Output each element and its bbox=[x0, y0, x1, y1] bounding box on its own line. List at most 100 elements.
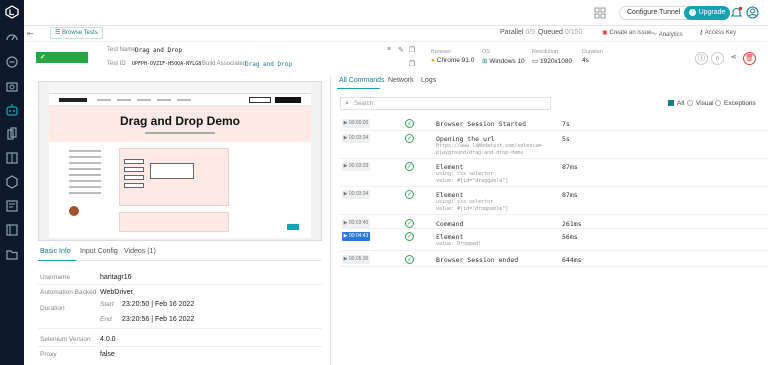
app-testing-icon[interactable] bbox=[5, 127, 19, 141]
test-id-value: UPFPH-OVZIF-H5OOA-NYLG8 bbox=[132, 61, 202, 67]
info-icon[interactable]: ⓘ bbox=[695, 52, 708, 65]
filter-exceptions-label: Exceptions bbox=[724, 100, 756, 107]
proxy-value: false bbox=[100, 351, 115, 358]
lambdatest-logo-icon[interactable] bbox=[5, 5, 19, 19]
integrations-icon[interactable] bbox=[5, 175, 19, 189]
reports-icon[interactable] bbox=[5, 223, 19, 237]
radio-icon bbox=[687, 100, 693, 107]
realtime-icon[interactable] bbox=[5, 55, 19, 69]
success-check-icon: ✓ bbox=[405, 134, 414, 143]
automation-value: WebDriver bbox=[100, 289, 133, 296]
create-issue-button[interactable]: ▣ Create an issue bbox=[602, 29, 651, 36]
preview-body bbox=[49, 142, 311, 238]
analytics-label: Analytics bbox=[658, 32, 683, 38]
left-nav-rail bbox=[0, 0, 24, 365]
tab-videos[interactable]: Videos (1) bbox=[124, 248, 156, 255]
edit-icon[interactable]: ✎ bbox=[398, 46, 404, 54]
left-panel: Drag and Drop Demo Basic Info Input Conf… bbox=[24, 75, 324, 365]
end-label: End bbox=[100, 316, 112, 323]
command-row[interactable]: ▶ 00:03:40 ✓ Command 261ms bbox=[340, 215, 768, 229]
timestamp-play-button[interactable]: ▶ 00:00:00 bbox=[342, 119, 370, 128]
browse-tests-button[interactable]: ☰ Browse Tests bbox=[50, 27, 103, 39]
duration-label: Duration bbox=[582, 49, 603, 55]
tab-basic-info[interactable]: Basic Info bbox=[40, 248, 71, 255]
preview-login-button bbox=[249, 97, 271, 103]
preview-draggable bbox=[124, 183, 144, 188]
magnet-icon[interactable]: ∩ bbox=[711, 52, 724, 65]
user-avatar-icon[interactable] bbox=[746, 6, 759, 19]
search-icon: ⌕ bbox=[345, 100, 349, 107]
duration-label: Duration bbox=[40, 305, 65, 312]
windows-icon: ⊞ bbox=[482, 58, 488, 65]
success-check-icon: ✓ bbox=[405, 219, 414, 228]
folder-icon[interactable] bbox=[5, 247, 19, 261]
upgrade-button[interactable]: ↑ Upgrade bbox=[684, 6, 730, 20]
filter-visual[interactable]: Visual bbox=[687, 100, 714, 107]
queued-label: Queued bbox=[538, 29, 563, 36]
success-check-icon: ✓ bbox=[405, 255, 414, 264]
preview-signup-button bbox=[275, 97, 301, 103]
copy-icon[interactable]: ❐ bbox=[409, 46, 415, 54]
share-icon[interactable]: ⋖ bbox=[727, 52, 740, 65]
checkbox-icon bbox=[668, 100, 674, 107]
proxy-label: Proxy bbox=[40, 351, 57, 358]
key-icon: ⚷ bbox=[699, 30, 704, 36]
collapse-icon[interactable]: ⇤ bbox=[27, 29, 37, 39]
username-value: haritagr16 bbox=[100, 274, 132, 281]
issue-tracker-icon[interactable] bbox=[5, 199, 19, 213]
command-row[interactable]: ▶ 00:05:36 ✓ Browser Session ended 644ms bbox=[340, 251, 768, 267]
monitor-icon: ▭ bbox=[532, 58, 539, 65]
tab-input-config[interactable]: Input Config bbox=[80, 248, 118, 255]
tab-all-commands[interactable]: All Commands bbox=[339, 77, 385, 84]
access-key-label: Access Key bbox=[704, 30, 737, 36]
timestamp-play-button[interactable]: ▶ 00:03:34 bbox=[342, 190, 370, 199]
command-name: Element bbox=[436, 191, 464, 199]
command-detail: value: #[id="droppable"] bbox=[436, 205, 509, 212]
timestamp-play-button[interactable]: ▶ 00:05:36 bbox=[342, 255, 370, 264]
access-key-button[interactable]: ⚷ Access Key bbox=[699, 29, 736, 36]
build-link[interactable]: Drag and Drop bbox=[245, 61, 292, 68]
delete-icon[interactable]: 🗑 bbox=[743, 52, 756, 65]
start-label: Start bbox=[100, 301, 114, 308]
filter-exceptions[interactable]: Exceptions bbox=[715, 100, 756, 107]
timestamp-play-button[interactable]: ▶ 00:03:34 bbox=[342, 134, 370, 143]
dashboard-icon[interactable] bbox=[5, 30, 19, 44]
command-row[interactable]: ▶ 00:04:43 ✓ Element value: Dropped! 56ms bbox=[340, 229, 768, 251]
command-search-input[interactable]: ⌕ Search bbox=[340, 97, 551, 110]
issue-icon: ▣ bbox=[602, 30, 608, 36]
duration-value: 4s bbox=[582, 57, 589, 64]
screenshot-icon[interactable] bbox=[5, 80, 19, 94]
list-icon[interactable]: ≡ bbox=[387, 46, 391, 53]
copy-id-icon[interactable]: ❐ bbox=[409, 60, 415, 68]
filter-all[interactable]: All bbox=[668, 100, 684, 107]
command-duration: 7s bbox=[562, 120, 570, 128]
command-name: Element bbox=[436, 233, 464, 241]
test-screenshot-preview[interactable]: Drag and Drop Demo bbox=[38, 81, 322, 241]
command-row[interactable]: ▶ 00:03:33 ✓ Element using: css selector val… bbox=[340, 159, 768, 187]
tab-network[interactable]: Network bbox=[388, 77, 414, 84]
notification-bell-icon[interactable] bbox=[730, 6, 743, 19]
timestamp-play-button[interactable]: ▶ 00:04:43 bbox=[342, 232, 370, 241]
parallel-counter: Parallel 0/5 bbox=[500, 29, 535, 36]
build-label: Build Associated bbox=[202, 61, 247, 67]
analytics-button[interactable]: 〜 Analytics bbox=[651, 29, 683, 38]
app-root: Configure Tunnel ? ↑Upgrade ⇤ ☰ Browse T… bbox=[0, 0, 768, 365]
test-info-strip: ✓ COMPLETED Test Name Drag and Drop ≡ ✎ … bbox=[24, 44, 768, 74]
search-placeholder: Search bbox=[354, 101, 374, 107]
apps-grid-icon[interactable] bbox=[594, 7, 606, 19]
automation-icon[interactable] bbox=[5, 103, 19, 117]
visual-testing-icon[interactable] bbox=[5, 151, 19, 165]
preview-nav-link bbox=[157, 99, 171, 101]
timestamp-play-button[interactable]: ▶ 00:03:40 bbox=[342, 219, 370, 228]
command-row[interactable]: ▶ 00:03:34 ✓ Opening the url https://www.la… bbox=[340, 131, 768, 159]
command-name: Element bbox=[436, 163, 464, 171]
selenium-label: Selenium Version bbox=[40, 336, 91, 343]
timestamp-play-button[interactable]: ▶ 00:03:33 bbox=[342, 162, 370, 171]
command-duration: 261ms bbox=[562, 220, 582, 228]
tab-logs[interactable]: Logs bbox=[421, 77, 436, 84]
end-value: 23:20:56 | Feb 16 2022 bbox=[122, 316, 195, 323]
command-row[interactable]: ▶ 00:00:00 ✓ Browser Session Started 7s bbox=[340, 115, 768, 131]
queued-counter: Queued 0/150 bbox=[538, 29, 582, 36]
command-duration: 87ms bbox=[562, 191, 578, 199]
command-row[interactable]: ▶ 00:03:34 ✓ Element using: css selector val… bbox=[340, 187, 768, 215]
